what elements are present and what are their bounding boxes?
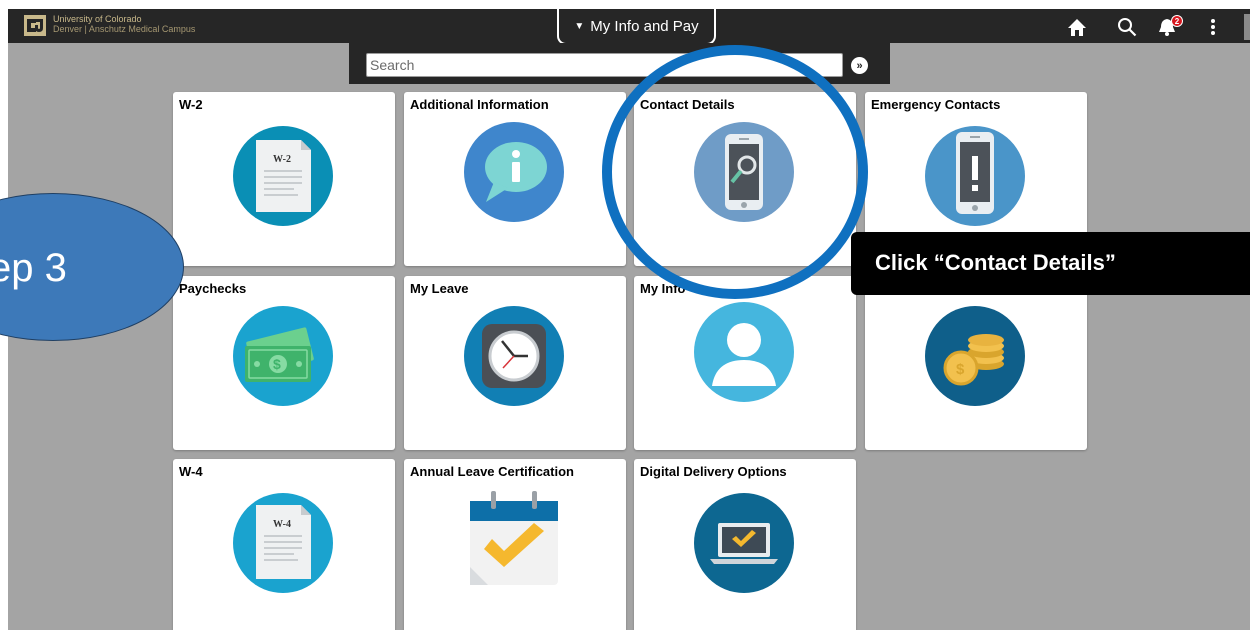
instruction-text: Click “Contact Details”	[875, 250, 1116, 275]
tile-label: W-2	[179, 97, 203, 112]
tile-label: Emergency Contacts	[871, 97, 1001, 112]
tile-digital-delivery-options[interactable]: Digital Delivery Options	[634, 459, 856, 630]
clock-icon	[464, 306, 564, 406]
step-label: ep 3	[0, 246, 67, 290]
money-bills-icon: $	[233, 306, 333, 406]
calendar-check-icon	[470, 491, 558, 585]
person-icon	[694, 302, 794, 402]
w2-document-icon: W-2	[233, 126, 333, 226]
tile-label: Digital Delivery Options	[640, 464, 787, 479]
tile-my-leave[interactable]: My Leave	[404, 276, 626, 450]
tile-w4[interactable]: W-4 W-4	[173, 459, 395, 630]
page-title: My Info and Pay	[590, 17, 699, 35]
info-speech-bubble-icon	[464, 122, 564, 222]
tile-label: Paychecks	[179, 281, 247, 296]
cu-logo-icon[interactable]	[24, 15, 46, 36]
tile-annual-leave-certification[interactable]: Annual Leave Certification	[404, 459, 626, 630]
top-navigation-bar: University of Colorado Denver | Anschutz…	[8, 9, 1250, 45]
university-name: University of Colorado	[53, 14, 142, 24]
w4-document-icon: W-4	[233, 493, 333, 593]
navbar-edge-icon[interactable]	[1244, 14, 1250, 40]
tile-label: My Leave	[410, 281, 469, 296]
campus-name: Denver | Anschutz Medical Campus	[53, 24, 196, 34]
search-icon[interactable]	[1116, 16, 1138, 38]
tile-my-info[interactable]: My Info	[634, 276, 856, 450]
phone-exclamation-icon	[925, 126, 1025, 226]
actions-menu-icon[interactable]	[1202, 16, 1224, 38]
caret-down-icon: ▼	[574, 20, 585, 32]
tile-label: W-4	[179, 464, 203, 479]
notification-badge[interactable]: 2	[1171, 15, 1183, 27]
search-go-icon[interactable]: »	[851, 57, 868, 74]
tile-label: Additional Information	[410, 97, 549, 112]
tile-w2[interactable]: W-2 W-2	[173, 92, 395, 266]
w4-doc-text: W-4	[273, 519, 291, 530]
tile-additional-information[interactable]: Additional Information	[404, 92, 626, 266]
screenshot-stage: University of Colorado Denver | Anschutz…	[0, 0, 1250, 630]
tile-compensation[interactable]: $	[865, 276, 1087, 450]
svg-text:$: $	[273, 356, 281, 372]
coins-icon: $	[925, 306, 1025, 406]
w2-doc-text: W-2	[273, 154, 291, 165]
tile-paychecks[interactable]: Paychecks $	[173, 276, 395, 450]
tile-label: Annual Leave Certification	[410, 464, 574, 479]
highlight-circle	[602, 45, 868, 299]
page-title-dropdown[interactable]: ▼ My Info and Pay	[557, 9, 716, 45]
home-icon[interactable]	[1066, 16, 1088, 38]
laptop-check-icon	[694, 493, 794, 593]
svg-text:$: $	[956, 361, 965, 378]
